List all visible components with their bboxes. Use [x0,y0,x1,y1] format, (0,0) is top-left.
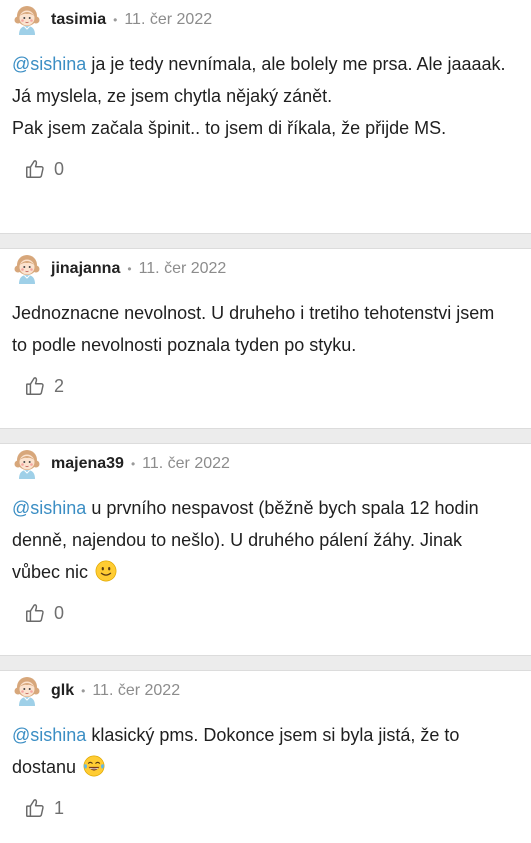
comment-header: glk • 11. čer 2022 [12,671,517,711]
comment-header: tasimia • 11. čer 2022 [12,0,517,40]
comment-actions: 1 [12,793,517,823]
comment-line: @sishina klasický pms. Dokonce jsem si b… [12,719,513,783]
comment-separator [0,233,531,249]
avatar-girl-icon[interactable] [12,254,42,284]
thumbs-up-icon[interactable] [24,602,46,624]
comment-card: tasimia • 11. čer 2022 @sishina ja je te… [0,0,531,233]
like-count: 0 [54,158,65,179]
face-with-tears-of-joy-icon [83,755,105,777]
thumbs-up-icon[interactable] [24,375,46,397]
comment-separator [0,428,531,444]
comment-card: majena39 • 11. čer 2022 @sishina u první… [0,444,531,655]
comment-card: jinajanna • 11. čer 2022 Jednoznacne nev… [0,249,531,428]
comment-header: majena39 • 11. čer 2022 [12,444,517,484]
comment-separator [0,655,531,671]
like-count: 2 [54,375,65,396]
mention-link[interactable]: @sishina [12,498,86,518]
like-count: 1 [54,797,65,818]
comment-text: @sishina klasický pms. Dokonce jsem si b… [12,719,517,783]
separator-dot: • [127,262,132,276]
comment-date: 11. čer 2022 [92,682,181,699]
mention-link[interactable]: @sishina [12,54,86,74]
separator-dot: • [130,457,136,471]
comment-actions: 0 [12,598,517,628]
comment-line: Pak jsem začala špinit.. to jsem di říka… [12,118,447,138]
mention-link[interactable]: @sishina [12,725,86,745]
username[interactable]: majena39 [51,455,124,473]
comment-line-text: ja je tedy nevnímala, ale bolely me prsa… [86,54,506,74]
comment-text: @sishina ja je tedy nevnímala, ale bolel… [12,48,517,144]
comment-actions: 2 [12,371,517,401]
comment-text: @sishina u prvního nespavost (běžně bych… [12,492,517,588]
separator-dot: • [113,13,118,27]
like-count: 0 [54,602,65,623]
thumbs-up-icon[interactable] [24,797,46,819]
separator-dot: • [81,684,86,698]
avatar-girl-icon[interactable] [12,5,42,35]
username[interactable]: jinajanna [51,260,120,278]
avatar-girl-icon[interactable] [12,676,42,706]
comment-text: Jednoznacne nevolnost. U druheho i treti… [12,297,517,361]
comment-actions: 0 [12,154,517,184]
username[interactable]: glk [51,682,74,700]
comment-line: Já myslela, ze jsem chytla nějaký zánět. [12,86,333,106]
slightly-smiling-face-icon [95,560,117,582]
username[interactable]: tasimia [51,11,106,29]
comment-date: 11. čer 2022 [124,11,213,28]
comment-line: Jednoznacne nevolnost. U druheho i treti… [12,303,495,355]
thumbs-up-icon[interactable] [24,158,46,180]
comment-header: jinajanna • 11. čer 2022 [12,249,517,289]
comment-card: glk • 11. čer 2022 @sishina klasický pms… [0,671,531,843]
comment-line: @sishina u prvního nespavost (běžně bych… [12,492,513,588]
avatar-girl-icon[interactable] [12,449,42,479]
comment-date: 11. čer 2022 [142,455,230,472]
comment-line: @sishina ja je tedy nevnímala, ale bolel… [12,48,513,80]
comment-date: 11. čer 2022 [138,260,227,277]
